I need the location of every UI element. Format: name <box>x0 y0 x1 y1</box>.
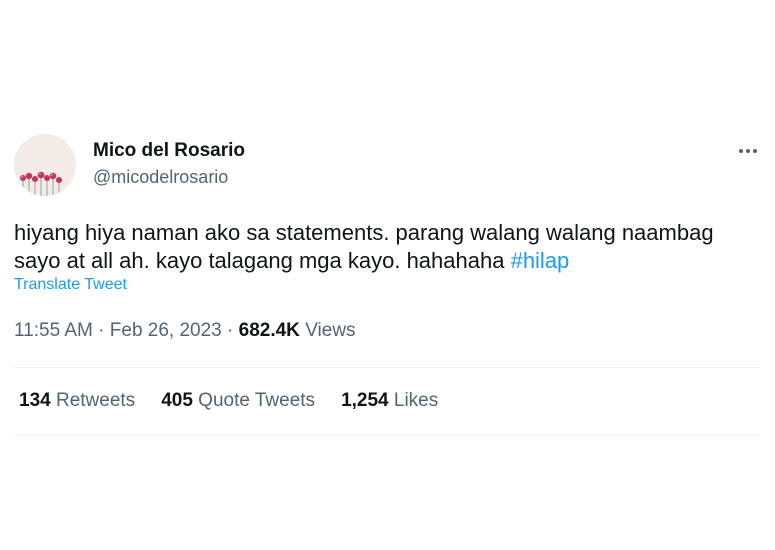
tweet-meta: 11:55 AM · Feb 26, 2023 · 682.4K Views <box>14 320 356 342</box>
retweets-stat[interactable]: 134 Retweets <box>19 390 135 412</box>
likes-count: 1,254 <box>341 390 389 411</box>
more-options-button[interactable] <box>732 137 764 165</box>
translate-tweet-link[interactable]: Translate Tweet <box>14 276 127 294</box>
tweet-time[interactable]: 11:55 AM <box>14 320 93 341</box>
divider <box>14 435 760 436</box>
meta-separator: · <box>98 320 105 341</box>
views-count: 682.4K <box>238 320 300 341</box>
quotes-label: Quote Tweets <box>198 390 316 411</box>
retweets-count: 134 <box>19 390 51 411</box>
ellipsis-icon <box>739 149 743 153</box>
likes-label: Likes <box>393 390 439 411</box>
author-handle[interactable]: @micodelrosario <box>93 167 228 188</box>
quote-tweets-stat[interactable]: 405 Quote Tweets <box>161 390 315 412</box>
views-label: Views <box>305 320 356 341</box>
engagement-stats: 134 Retweets 405 Quote Tweets 1,254 Like… <box>19 390 438 412</box>
tweet-text: hiyang hiya naman ako sa statements. par… <box>14 219 764 275</box>
divider <box>14 367 760 368</box>
retweets-label: Retweets <box>55 390 136 411</box>
meta-separator: · <box>227 320 234 341</box>
likes-stat[interactable]: 1,254 Likes <box>341 390 438 412</box>
avatar[interactable] <box>14 134 76 196</box>
hashtag-link[interactable]: #hilap <box>511 248 570 273</box>
tweet-text-line2: sayo at all ah. kayo talagang mga kayo. … <box>14 248 511 273</box>
tweet-card: Mico del Rosario @micodelrosario hiyang … <box>0 0 775 550</box>
quotes-count: 405 <box>161 390 193 411</box>
flower-avatar-icon <box>14 134 76 196</box>
author-display-name[interactable]: Mico del Rosario <box>93 140 245 162</box>
tweet-date[interactable]: Feb 26, 2023 <box>110 320 222 341</box>
tweet-text-line1: hiyang hiya naman ako sa statements. par… <box>14 220 714 245</box>
